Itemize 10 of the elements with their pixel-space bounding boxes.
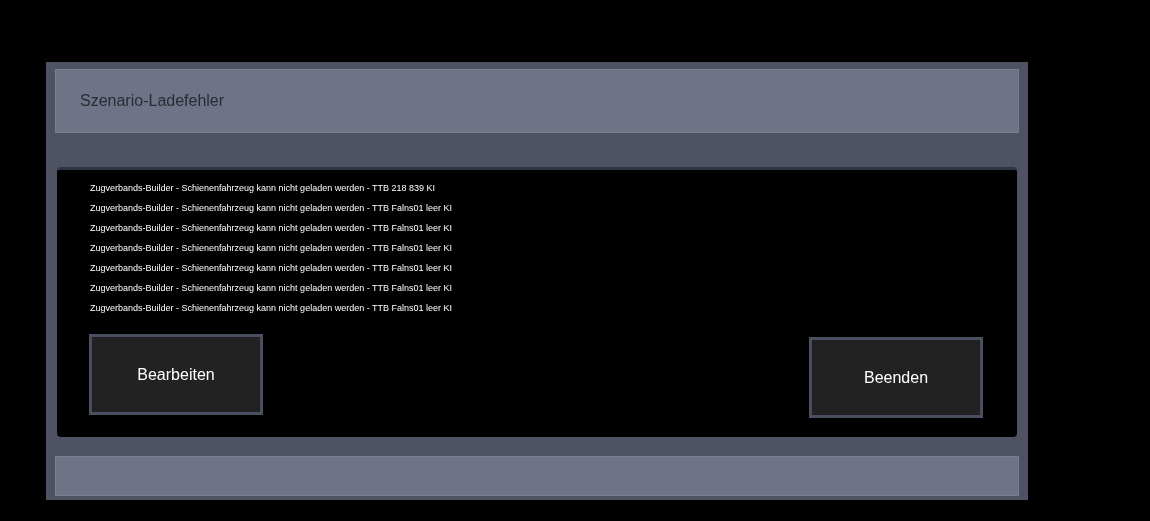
error-message: Zugverbands-Builder - Schienenfahrzeug kann nicht geladen werden - TTB Falns01 leer KI (90, 242, 454, 255)
error-message: Zugverbands-Builder - Schienenfahrzeug kann nicht geladen werden - TTB Falns01 leer KI (90, 262, 454, 275)
error-message: Zugverbands-Builder - Schienenfahrzeug kann nicht geladen werden - TTB 218 839 KI (90, 182, 437, 195)
dialog-button[interactable]: Bearbeiten (89, 334, 263, 415)
dialog-button[interactable]: Beenden (809, 337, 983, 418)
dialog-title: Szenario-Ladefehler (80, 91, 225, 111)
error-message: Zugverbands-Builder - Schienenfahrzeug kann nicht geladen werden - TTB Falns01 leer KI (90, 222, 454, 235)
error-message: Zugverbands-Builder - Schienenfahrzeug kann nicht geladen werden - TTB Falns01 leer KI (90, 202, 454, 215)
error-message: Zugverbands-Builder - Schienenfahrzeug kann nicht geladen werden - TTB Falns01 leer KI (90, 302, 454, 315)
error-message: Zugverbands-Builder - Schienenfahrzeug kann nicht geladen werden - TTB Falns01 leer KI (90, 282, 454, 295)
